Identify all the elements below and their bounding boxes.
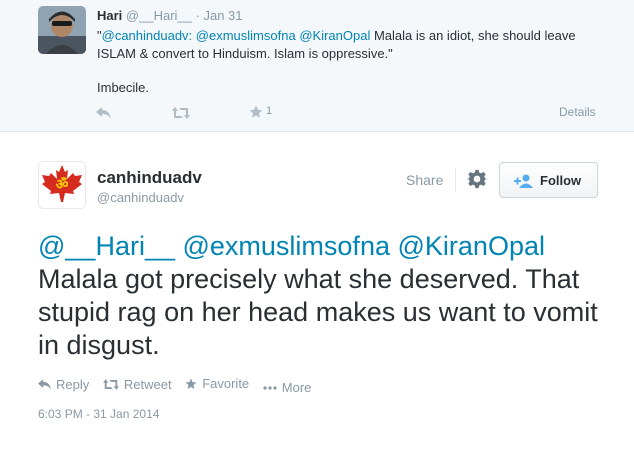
share-button[interactable]: Share [406,172,443,188]
tweet-header: Hari @__Hari__ · Jan 31 [97,8,243,23]
follow-label: Follow [540,173,582,188]
mention-link[interactable]: @canhinduadv: [102,28,193,43]
tweet-extra-text: Imbecile. [97,80,150,95]
tweet-date[interactable]: Jan 31 [203,8,242,23]
more-label: More [281,380,312,395]
maple-leaf-om-logo: ॐ [42,165,82,202]
add-user-icon [514,174,533,188]
retweet-icon [102,378,119,390]
more-icon [263,385,277,390]
tweet-actions: 1 Details [0,103,634,123]
divider [455,169,456,191]
mention-link[interactable]: @exmuslimsofna [183,231,390,261]
retweet-button[interactable]: Retweet [102,376,172,392]
avatar[interactable] [38,6,86,54]
tweet-text: @__Hari__ @exmuslimsofna @KiranOpal Malal… [38,230,618,362]
mention-link[interactable]: @exmuslimsofna [196,28,296,43]
mention-link[interactable]: @KiranOpal [299,28,370,43]
favorite-icon[interactable] [249,105,263,119]
user-name[interactable]: Hari [97,8,122,23]
avatar[interactable]: ॐ [38,161,86,209]
retweet-label: Retweet [123,376,172,392]
user-name[interactable]: canhinduadv [97,168,202,188]
favorite-button[interactable]: Favorite [185,376,249,391]
tweet-body: Malala got precisely what she deserved. … [38,264,598,360]
reply-icon [38,378,51,390]
favorite-icon [185,378,197,389]
favorite-count: 1 [266,105,273,117]
favorite-label: Favorite [202,376,250,391]
svg-text:ॐ: ॐ [56,176,69,193]
previous-tweet: Hari @__Hari__ · Jan 31 "@canhinduadv: @… [0,0,634,132]
details-link[interactable]: Details [559,105,596,119]
more-button[interactable]: More [263,380,312,395]
reply-icon[interactable] [96,107,111,119]
user-handle[interactable]: @canhinduadv [97,190,184,205]
separator: · [195,8,200,23]
reply-button[interactable]: Reply [38,377,89,392]
tweet-text: "@canhinduadv: @exmuslimsofna @KiranOpal… [97,27,597,63]
mention-link[interactable]: @__Hari__ [38,231,175,261]
gear-icon[interactable] [467,169,487,189]
reply-label: Reply [56,376,90,392]
retweet-icon[interactable] [172,107,190,119]
tweet-actions: Reply Retweet Favorite More [38,376,321,395]
mention-link[interactable]: @KiranOpal [398,231,545,261]
avatar-photo [38,6,86,54]
follow-button[interactable]: Follow [499,162,598,198]
user-handle[interactable]: @__Hari__ [126,8,192,23]
tweet-timestamp[interactable]: 6:03 PM - 31 Jan 2014 [38,407,159,421]
